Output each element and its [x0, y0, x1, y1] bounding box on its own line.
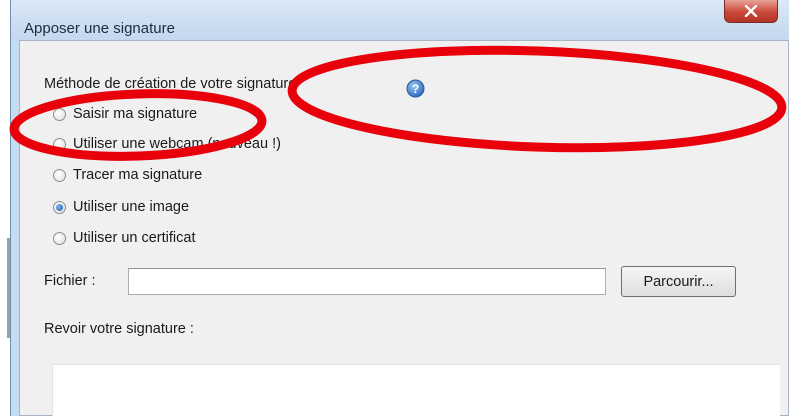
svg-text:?: ? — [412, 82, 419, 96]
radio-option-label: Utiliser une image — [73, 199, 190, 215]
radio-option-label: Utiliser une webcam (nouveau !) — [73, 136, 281, 152]
radio-option-draw-signature[interactable]: Tracer ma signature — [53, 164, 202, 186]
dialog-content: Méthode de création de votre signature ?… — [19, 40, 789, 416]
close-icon — [744, 5, 758, 17]
radio-option-use-image[interactable]: Utiliser une image — [53, 196, 189, 218]
method-label: Méthode de création de votre signature — [44, 76, 297, 92]
question-mark-circle-icon[interactable]: ? — [406, 79, 425, 98]
radio-button[interactable] — [53, 137, 66, 151]
radio-option-label: Utiliser un certificat — [73, 230, 196, 246]
radio-button[interactable] — [53, 107, 66, 121]
radio-button-selected[interactable] — [53, 200, 66, 214]
review-signature-label: Revoir votre signature : — [44, 321, 194, 337]
signature-dialog: Apposer une signature Méthode de créatio… — [10, 0, 789, 416]
radio-option-label: Tracer ma signature — [73, 167, 203, 183]
radio-button[interactable] — [53, 168, 66, 182]
radio-option-label: Saisir ma signature — [73, 106, 198, 122]
radio-option-webcam[interactable]: Utiliser une webcam (nouveau !) — [53, 133, 281, 155]
radio-button[interactable] — [53, 231, 66, 245]
browse-button[interactable]: Parcourir... — [621, 266, 736, 297]
file-label: Fichier : — [44, 273, 96, 289]
radio-option-certificate[interactable]: Utiliser un certificat — [53, 227, 195, 249]
background-window-edge — [0, 0, 10, 416]
close-button[interactable] — [724, 0, 778, 23]
title-bar[interactable]: Apposer une signature — [11, 0, 789, 40]
signature-preview-area — [52, 364, 780, 416]
radio-option-type-signature[interactable]: Saisir ma signature — [53, 103, 197, 125]
dialog-title: Apposer une signature — [24, 20, 175, 37]
file-path-input[interactable] — [128, 268, 606, 295]
